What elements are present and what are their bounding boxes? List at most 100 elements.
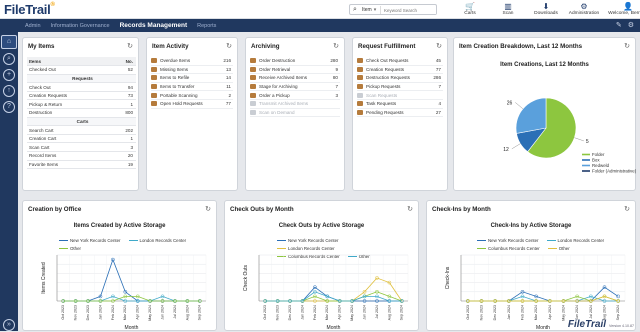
- list-item[interactable]: Order Retrieval 9: [250, 66, 340, 75]
- list-item[interactable]: Stage for Archiving 7: [250, 83, 340, 92]
- pie-data-label: 26: [507, 100, 513, 106]
- tab-admin[interactable]: Admin: [20, 23, 46, 29]
- line-chart: Oct 2023 Nov 2023 Dec 2023 Jan 2024 Feb 2024…: [445, 254, 626, 331]
- x-tick-label: Jun 2024: [160, 305, 164, 320]
- list-item-count: 9: [335, 66, 338, 72]
- list-item-count: 7: [335, 84, 338, 90]
- list-item[interactable]: Task Requests 4: [357, 100, 443, 109]
- x-tick-label: Jun 2024: [575, 305, 579, 320]
- app-logo[interactable]: FileTrail®: [4, 2, 55, 17]
- x-tick-label: Apr 2024: [136, 305, 140, 320]
- x-tick-label: Jul 2024: [589, 305, 593, 319]
- x-tick-label: Oct 2023: [61, 305, 65, 320]
- list-item[interactable]: Order a Pickup 3: [250, 91, 340, 100]
- nav-label: Carts: [464, 11, 476, 16]
- nav-download[interactable]: ⬇ Downloads: [527, 2, 565, 16]
- pie-slice[interactable]: [515, 97, 547, 134]
- table-row[interactable]: Destruction 800: [27, 108, 136, 118]
- item-icon: [250, 101, 256, 107]
- row-label[interactable]: Record Items: [27, 151, 116, 161]
- edit-dashboard-icon[interactable]: ✎: [616, 21, 622, 29]
- list-item[interactable]: Pickup Requests 7: [357, 83, 443, 92]
- list-item[interactable]: Pending Requests 27: [357, 109, 443, 118]
- x-tick-label: Dec 2023: [86, 305, 90, 320]
- x-tick-label: Aug 2024: [185, 305, 189, 320]
- row-label[interactable]: Creation Cart: [27, 134, 116, 144]
- x-tick-label: Dec 2023: [288, 305, 292, 320]
- list-item[interactable]: Destruction Requests 286: [357, 74, 443, 83]
- row-label[interactable]: Creation Requests: [27, 91, 116, 101]
- x-tick-label: Nov 2023: [276, 305, 280, 320]
- expand-sidebar-icon[interactable]: »: [3, 319, 15, 331]
- tab-reports[interactable]: Reports: [192, 23, 221, 29]
- search-scope-select[interactable]: Item: [362, 7, 376, 13]
- search-icon[interactable]: ⌕: [353, 6, 357, 14]
- row-label[interactable]: Checked Out: [27, 65, 116, 75]
- item-icon: [357, 92, 363, 98]
- list-item-count: 3: [335, 92, 338, 98]
- list-item[interactable]: Missing Items 13: [151, 66, 233, 75]
- line-chart: Oct 2023 Nov 2023 Dec 2023 Jan 2024 Feb 2024…: [243, 254, 409, 331]
- row-label[interactable]: Favorite Items: [27, 160, 116, 170]
- list-item[interactable]: Receive Archived Items 80: [250, 74, 340, 83]
- list-item[interactable]: Overdue Items 216: [151, 57, 233, 66]
- list-item: Transmit Archived Items: [250, 100, 340, 109]
- row-label[interactable]: Pickup & Return: [27, 99, 116, 110]
- table-row[interactable]: Pickup & Return 1: [27, 99, 136, 110]
- list-item-count: 27: [435, 109, 441, 115]
- creation-by-office-panel: Creation by Office ↻ Items Created by Ac…: [22, 200, 217, 331]
- table-row[interactable]: Check Out 94: [27, 82, 136, 92]
- row-label[interactable]: Search Cart: [27, 125, 116, 135]
- table-row[interactable]: Scan Cart 3: [27, 142, 136, 153]
- dashboard-icon[interactable]: ⌂: [1, 35, 17, 49]
- refresh-icon[interactable]: ↻: [226, 42, 232, 50]
- table-row[interactable]: Favorite Items 19: [27, 160, 136, 170]
- y-axis-label: Items Created: [41, 262, 47, 294]
- nav-label: Welcome, Bernard: [608, 11, 640, 16]
- table-row[interactable]: Checked Out 52: [27, 65, 136, 75]
- list-item-count: 216: [223, 58, 231, 64]
- list-item[interactable]: Creation Requests 77: [357, 66, 443, 75]
- settings-gear-icon[interactable]: ⚙: [628, 21, 634, 29]
- list-item-label: Items to Transfer: [160, 84, 195, 90]
- search-input[interactable]: [380, 6, 436, 14]
- tab-information-governance[interactable]: Information Governance: [46, 23, 115, 29]
- table-row[interactable]: Creation Cart 1: [27, 134, 136, 144]
- list-item[interactable]: Portable Scanning 2: [151, 91, 233, 100]
- table-row[interactable]: Creation Requests 73: [27, 91, 136, 101]
- add-item-icon[interactable]: +: [3, 69, 15, 81]
- nav-cart[interactable]: 🛒 Carts: [451, 2, 489, 16]
- help-icon[interactable]: ?: [3, 101, 15, 113]
- pie-data-label: 5: [586, 139, 589, 145]
- row-value: 73: [116, 91, 136, 101]
- x-tick-label: Nov 2023: [74, 305, 78, 320]
- item-icon: [357, 58, 363, 64]
- pie-data-label: 12: [503, 147, 509, 153]
- nav-scan[interactable]: ▥ Scan: [489, 2, 527, 16]
- refresh-icon[interactable]: ↻: [436, 42, 442, 50]
- tab-records-management[interactable]: Records Management: [115, 22, 193, 29]
- footer: FileTrail Version 4.10.87: [568, 319, 634, 330]
- table-row[interactable]: Search Cart 202: [27, 125, 136, 135]
- nav-user[interactable]: 👤Welcome, Bernard: [603, 2, 640, 16]
- list-item-label: Pickup Requests: [366, 84, 401, 90]
- list-item[interactable]: Open Hold Requests 77: [151, 100, 233, 109]
- row-label[interactable]: Check Out: [27, 82, 116, 92]
- x-tick-label: Jun 2024: [362, 305, 366, 320]
- x-axis-label: Month: [327, 325, 341, 331]
- refresh-icon[interactable]: ↻: [127, 42, 133, 50]
- list-item-label: Order Retrieval: [259, 66, 291, 72]
- upload-icon[interactable]: ↑: [3, 85, 15, 97]
- list-item[interactable]: Order Destruction 280: [250, 57, 340, 66]
- list-item-label: Order Destruction: [259, 58, 296, 64]
- item-icon: [250, 75, 256, 81]
- nav-admin[interactable]: ⚙ Administration: [565, 2, 603, 16]
- refresh-icon[interactable]: ↻: [333, 42, 339, 50]
- search-nav-icon[interactable]: ⌕: [3, 53, 15, 65]
- list-item[interactable]: Check Out Requests 45: [357, 57, 443, 66]
- list-item[interactable]: Items to Refile 14: [151, 74, 233, 83]
- list-item[interactable]: Items to Transfer 11: [151, 83, 233, 92]
- row-label[interactable]: Destruction: [27, 108, 116, 118]
- table-row[interactable]: Record Items 20: [27, 151, 136, 161]
- row-label[interactable]: Scan Cart: [27, 142, 116, 153]
